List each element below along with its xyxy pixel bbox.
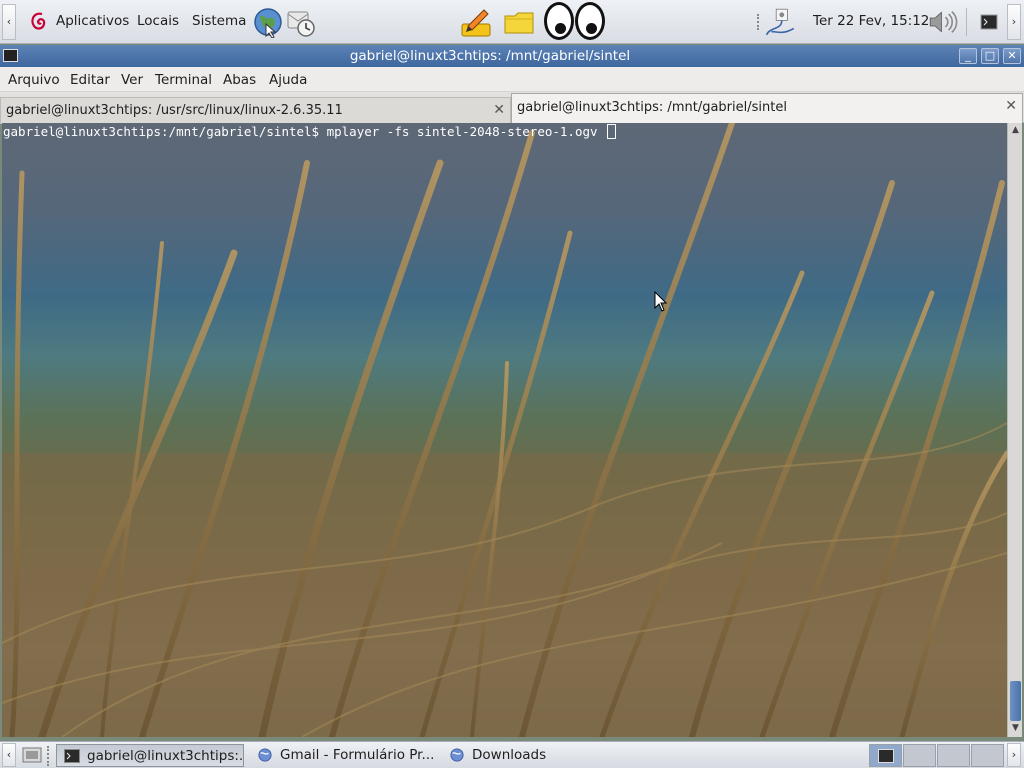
menu-applications[interactable]: Aplicativos — [56, 13, 129, 29]
terminal-tray-icon[interactable] — [979, 12, 999, 32]
task-label: Downloads — [472, 747, 547, 763]
vertical-scrollbar[interactable]: ▲ ▼ — [1007, 123, 1022, 737]
menu-terminal[interactable]: Terminal — [155, 72, 212, 88]
menu-places[interactable]: Locais — [137, 13, 179, 29]
bottom-panel: ‹ gabriel@linuxt3chtips:... Gmail - Form… — [0, 741, 1024, 768]
scroll-down-icon[interactable]: ▼ — [1008, 721, 1023, 735]
panel-drag-handle[interactable] — [757, 14, 761, 30]
close-tab-icon[interactable]: ✕ — [1005, 98, 1017, 114]
bottom-scroll-left-icon[interactable]: ‹ — [2, 743, 16, 767]
tab-label: gabriel@linuxt3chtips: /usr/src/linux/li… — [6, 103, 343, 118]
close-button[interactable]: ✕ — [1003, 48, 1021, 64]
right-eye-icon — [575, 2, 605, 40]
tab-sintel[interactable]: gabriel@linuxt3chtips: /mnt/gabriel/sint… — [511, 93, 1023, 123]
show-desktop-icon[interactable] — [22, 746, 42, 764]
debian-logo-icon[interactable] — [28, 10, 50, 34]
window-title: gabriel@linuxt3chtips: /mnt/gabriel/sint… — [349, 48, 631, 64]
menu-file[interactable]: Arquivo — [8, 72, 60, 88]
task-label: gabriel@linuxt3chtips:... — [87, 748, 244, 764]
menu-edit[interactable]: Editar — [70, 72, 110, 88]
tab-linux-source[interactable]: gabriel@linuxt3chtips: /usr/src/linux/li… — [0, 97, 511, 124]
maximize-button[interactable]: □ — [981, 48, 999, 64]
tab-label: gabriel@linuxt3chtips: /mnt/gabriel/sint… — [517, 100, 787, 115]
clock[interactable]: Ter 22 Fev, 15:12 — [813, 13, 929, 29]
grass-wallpaper-image — [2, 123, 1007, 737]
workspace-2[interactable] — [903, 744, 936, 767]
workspace-4[interactable] — [971, 744, 1004, 767]
workspace-3[interactable] — [937, 744, 970, 767]
tab-bar: gabriel@linuxt3chtips: /usr/src/linux/li… — [0, 92, 1024, 124]
task-label: Gmail - Formulário Pr... — [280, 747, 435, 763]
menu-view[interactable]: Ver — [121, 72, 143, 88]
shell-prompt: gabriel@linuxt3chtips:/mnt/gabriel/sinte… — [3, 124, 320, 139]
task-gmail[interactable]: Gmail - Formulário Pr... — [250, 744, 438, 767]
scrollbar-thumb[interactable] — [1010, 681, 1021, 721]
top-panel: ‹ Aplicativos Locais Sistema Ter 22 Fev,… — [0, 0, 1024, 44]
mouse-pointer-icon — [654, 291, 668, 312]
terminal-command-line: gabriel@linuxt3chtips:/mnt/gabriel/sinte… — [3, 124, 617, 139]
terminal-mini-icon — [878, 749, 894, 763]
menu-help[interactable]: Ajuda — [269, 72, 307, 88]
email-scheduler-launcher-icon[interactable] — [285, 6, 317, 38]
window-titlebar[interactable]: gabriel@linuxt3chtips: /mnt/gabriel/sint… — [0, 45, 1024, 67]
shell-command: mplayer -fs sintel-2048-stereo-1.ogv — [319, 124, 606, 139]
text-editor-launcher-icon[interactable] — [460, 6, 492, 38]
menu-system[interactable]: Sistema — [192, 13, 246, 29]
browser-task-icon — [450, 748, 464, 762]
browser-task-icon — [258, 748, 272, 762]
task-terminal[interactable]: gabriel@linuxt3chtips:... — [56, 744, 244, 767]
left-eye-icon — [544, 2, 574, 40]
bottom-scroll-right-icon[interactable]: › — [1007, 743, 1021, 767]
terminal-window: gabriel@linuxt3chtips: /mnt/gabriel/sint… — [0, 45, 1024, 741]
web-browser-launcher-icon[interactable] — [252, 6, 284, 38]
terminal-task-icon — [64, 749, 80, 763]
task-downloads[interactable]: Downloads — [442, 744, 630, 767]
workspace-1[interactable] — [869, 744, 902, 767]
volume-icon[interactable] — [927, 6, 959, 38]
panel-scroll-right-icon[interactable]: › — [1007, 4, 1021, 40]
scroll-up-icon[interactable]: ▲ — [1008, 123, 1023, 137]
menu-tabs[interactable]: Abas — [223, 72, 256, 88]
panel-scroll-left-icon[interactable]: ‹ — [2, 4, 16, 40]
folder-launcher-icon[interactable] — [503, 6, 535, 38]
text-cursor — [607, 124, 617, 139]
panel-separator — [966, 8, 970, 36]
close-tab-icon[interactable]: ✕ — [493, 102, 505, 118]
menubar: Arquivo Editar Ver Terminal Abas Ajuda — [0, 67, 1024, 92]
network-connection-icon[interactable] — [765, 6, 797, 38]
minimize-button[interactable]: _ — [959, 48, 977, 64]
taskbar-drag-handle[interactable] — [47, 746, 52, 766]
terminal-area[interactable]: gabriel@linuxt3chtips:/mnt/gabriel/sinte… — [2, 123, 1007, 737]
